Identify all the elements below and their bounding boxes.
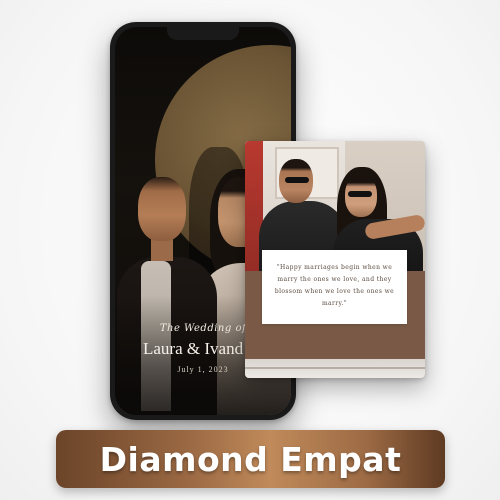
quote-text: "Happy marriages begin when we marry the… (262, 250, 407, 324)
man-face (138, 177, 186, 241)
phone-notch (167, 27, 239, 40)
couple-names: Laura & Ivand (143, 339, 244, 358)
product-preview: The Wedding of Laura & Ivand July 1, 202… (0, 0, 500, 500)
card-floor-line (245, 367, 425, 369)
product-name: Diamond Empat (99, 439, 402, 479)
sunglasses-icon (348, 191, 372, 197)
invitation-card-preview: "Happy marriages begin when we marry the… (245, 141, 425, 378)
sunglasses-icon (285, 177, 309, 183)
product-name-banner: Diamond Empat (56, 430, 445, 488)
